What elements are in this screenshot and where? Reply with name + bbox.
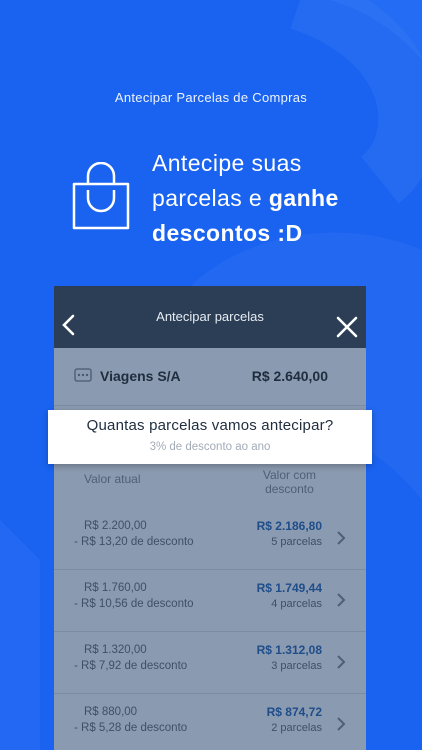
discounted-amount: R$ 874,72 (266, 705, 322, 719)
current-amount: R$ 880,00 (84, 706, 138, 718)
headline-line-3: descontos :D (152, 220, 303, 246)
page-caption: Antecipar Parcelas de Compras (114, 90, 308, 105)
discount-amount: - R$ 13,20 de desconto (74, 536, 194, 548)
installment-option[interactable]: R$ 2.200,00 - R$ 13,20 de desconto R$ 2.… (54, 508, 366, 570)
discounted-amount: R$ 1.312,08 (256, 643, 322, 657)
headline-line-2: parcelas e ganhe (152, 181, 412, 216)
installment-count: 2 parcelas (271, 722, 322, 734)
installment-option[interactable]: R$ 1.320,00 - R$ 7,92 de desconto R$ 1.3… (54, 632, 366, 694)
discounted-value-cell: R$ 874,72 2 parcelas (267, 704, 322, 736)
merchant-name: Viagens S/A (100, 368, 181, 384)
installment-option[interactable]: R$ 1.760,00 - R$ 10,56 de desconto R$ 1.… (54, 570, 366, 632)
discounted-value-cell: R$ 1.312,08 3 parcelas (257, 642, 322, 674)
screen-title: Antecipar parcelas (156, 309, 264, 324)
chevron-right-icon (337, 593, 346, 607)
question-text: Quantas parcelas vamos antecipar? (86, 417, 334, 434)
shopping-bag-icon (72, 162, 130, 230)
current-amount: R$ 2.200,00 (84, 520, 147, 532)
column-current-value: Valor atual (84, 472, 141, 486)
headline-line-2-text: parcelas e (152, 185, 269, 211)
headline-line-1: Antecipe suas (152, 150, 302, 176)
discount-amount: - R$ 7,92 de desconto (74, 660, 188, 672)
column-discount-line-2: desconto (265, 482, 314, 496)
installment-count: 5 parcelas (271, 536, 322, 548)
chevron-right-icon (337, 655, 346, 669)
discount-amount: - R$ 5,28 de desconto (74, 722, 188, 734)
chevron-right-icon (337, 531, 346, 545)
column-discount-value: Valor com desconto (263, 468, 316, 496)
discount-rate-note: 3% de desconto ao ano (149, 441, 271, 453)
current-value-cell: R$ 880,00 - R$ 5,28 de desconto (74, 704, 187, 736)
column-discount-line-1: Valor com (262, 468, 316, 482)
installment-count: 3 parcelas (271, 660, 322, 672)
phone-screen: Antecipar parcelas Viagens S/A R$ 2.640,… (54, 286, 366, 750)
question-callout: Quantas parcelas vamos antecipar? 3% de … (48, 410, 372, 464)
installment-count: 4 parcelas (271, 598, 322, 610)
screen-header: Antecipar parcelas (54, 286, 366, 348)
discounted-value-cell: R$ 2.186,80 5 parcelas (257, 518, 322, 550)
current-amount: R$ 1.320,00 (84, 644, 147, 656)
promo-headline: Antecipe suas parcelas e ganhe descontos… (152, 146, 412, 251)
current-value-cell: R$ 1.760,00 - R$ 10,56 de desconto (74, 580, 194, 612)
merchant-total: R$ 2.640,00 (251, 368, 328, 384)
installment-option[interactable]: R$ 880,00 - R$ 5,28 de desconto R$ 874,7… (54, 694, 366, 750)
discounted-amount: R$ 1.749,44 (256, 581, 322, 595)
current-value-cell: R$ 2.200,00 - R$ 13,20 de desconto (74, 518, 194, 550)
current-amount: R$ 1.760,00 (84, 582, 147, 594)
close-icon[interactable] (336, 316, 358, 338)
discounted-amount: R$ 2.186,80 (256, 519, 322, 533)
discount-amount: - R$ 10,56 de desconto (74, 598, 194, 610)
current-value-cell: R$ 1.320,00 - R$ 7,92 de desconto (74, 642, 187, 674)
discounted-value-cell: R$ 1.749,44 4 parcelas (257, 580, 322, 612)
card-icon (74, 368, 92, 382)
headline-line-2-bold: ganhe (268, 185, 339, 211)
chevron-right-icon (337, 717, 346, 731)
